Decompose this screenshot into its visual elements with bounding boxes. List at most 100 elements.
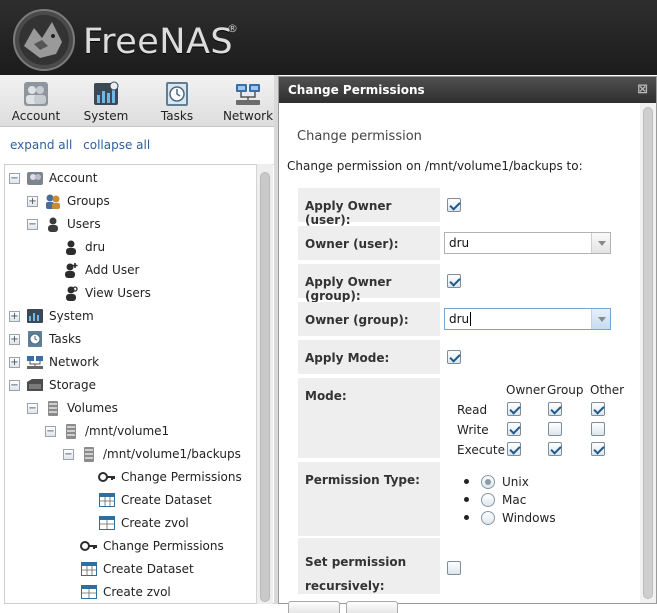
nav-account-button[interactable]: Account [8,75,64,127]
tree-node-create-dataset[interactable]: Create Dataset [5,559,255,579]
mode-read-other-checkbox[interactable] [591,402,605,416]
permission-type-windows-radio[interactable] [481,511,495,525]
nav-account-label: Account [11,109,61,123]
owner-group-combobox[interactable]: dru [444,308,611,330]
close-icon[interactable]: ⊠ [637,82,648,97]
tree-node-account[interactable]: − Account [5,168,255,188]
dialog-path-text: Change permission on /mnt/volume1/backup… [287,159,583,173]
dialog-scrollbar[interactable] [640,103,656,603]
tree-node-storage[interactable]: − Storage [5,375,255,395]
expand-icon[interactable]: + [9,334,20,345]
mode-grid: Owner Group Other Read Write Execute [444,378,640,458]
mode-execute-other-checkbox[interactable] [591,442,605,456]
network-icon [27,356,43,369]
tree-node-tasks[interactable]: + Tasks [5,329,255,349]
tree-node-label: Create zvol [121,516,189,530]
tree-node-label: Volumes [67,401,118,415]
storage-icon [27,379,43,391]
collapse-icon[interactable]: − [27,403,38,414]
tree-node-label: System [49,309,94,323]
permission-type-mac-label: Mac [502,493,527,507]
mode-read-owner-checkbox[interactable] [507,402,521,416]
recursive-label: Set permission recursively: [298,538,440,594]
mode-execute-owner-checkbox[interactable] [507,442,521,456]
recursive-checkbox[interactable] [447,561,461,575]
row-apply-owner-user: Apply Owner (user): [298,188,640,227]
tree-node-dru[interactable]: dru [5,237,255,257]
change-button[interactable] [288,601,340,613]
dataset-icon [99,493,115,507]
nav-system-button[interactable]: System [78,75,134,127]
nav-system-label: System [83,109,129,123]
mode-write-group-checkbox[interactable] [548,422,562,436]
tree-node-change-permissions[interactable]: Change Permissions [5,467,255,487]
tree-node-label: Network [49,355,100,369]
tree-node-create-zvol[interactable]: Create zvol [5,513,255,533]
zvol-icon [81,585,97,599]
groups-icon [46,194,60,209]
row-mode: Mode: Owner Group Other Read Write Execu… [298,378,640,458]
permission-type-mac-radio[interactable] [481,493,495,507]
key-icon [80,541,97,551]
owner-user-combobox[interactable]: dru [444,232,611,254]
collapse-all-link[interactable]: collapse all [83,138,150,152]
tree-node-change-permissions[interactable]: Change Permissions [5,536,255,556]
tree-node-label: Tasks [49,332,82,346]
tree-node-label: Change Permissions [121,470,242,484]
tree-node-label: Groups [67,194,110,208]
tree-scrollbar[interactable] [256,164,273,604]
tree-node-label: /mnt/volume1/backups [103,447,241,461]
tree-node-volumes[interactable]: − Volumes [5,398,255,418]
expand-all-link[interactable]: expand all [10,138,72,152]
tree-node-system[interactable]: + System [5,306,255,326]
tree-node-groups[interactable]: + Groups [5,191,255,211]
collapse-icon[interactable]: − [45,426,56,437]
nav-network-button[interactable]: Network [220,75,276,127]
mode-read-group-checkbox[interactable] [548,402,562,416]
tree-scroll-thumb[interactable] [260,172,270,602]
collapse-icon[interactable]: − [9,380,20,391]
permission-type-mac[interactable]: Mac [464,493,584,511]
tree-node-create-dataset[interactable]: Create Dataset [5,490,255,510]
tree-node-view-users[interactable]: View Users [5,283,255,303]
user-icon [66,240,76,255]
mode-col-group: Group [547,383,584,397]
nav-tasks-button[interactable]: Tasks [150,75,204,127]
top-nav: Account System Tasks Network [0,75,280,127]
permission-type-windows[interactable]: Windows [464,511,584,529]
collapse-icon[interactable]: − [9,173,20,184]
tree-node-users[interactable]: − Users [5,214,255,234]
zvol-icon [99,516,115,530]
recursive-label-line2: recursively: [305,579,385,593]
mode-write-owner-checkbox[interactable] [507,422,521,436]
dialog-scroll-thumb[interactable] [643,107,653,599]
tree-node-add-user[interactable]: Add User [5,260,255,280]
chevron-down-icon[interactable] [591,309,610,329]
tree-node-create-zvol[interactable]: Create zvol [5,582,255,602]
apply-mode-checkbox[interactable] [447,350,461,364]
tree-node-mnt-volume1[interactable]: − /mnt/volume1 [5,421,255,441]
mode-execute-group-checkbox[interactable] [548,442,562,456]
tree-node-network[interactable]: + Network [5,352,255,372]
owner-user-value: dru [449,236,470,250]
apply-owner-group-checkbox[interactable] [447,274,461,288]
permission-type-unix[interactable]: Unix [464,475,584,493]
tree-node-label: Add User [85,263,140,277]
permission-type-unix-radio[interactable] [481,475,495,489]
row-owner-user: Owner (user): dru [298,226,640,260]
nav-network-label: Network [222,109,274,123]
collapse-icon[interactable]: − [27,219,38,230]
volume-icon [84,447,94,462]
mode-write-other-checkbox[interactable] [591,422,605,436]
expand-icon[interactable]: + [9,357,20,368]
expand-icon[interactable]: + [27,196,38,207]
apply-owner-user-checkbox[interactable] [447,198,461,212]
tasks-icon [28,331,42,347]
tree-node-mnt-volume1-backups[interactable]: − /mnt/volume1/backups [5,444,255,464]
network-icon [236,84,260,105]
chevron-down-icon[interactable] [591,233,610,253]
collapse-icon[interactable]: − [63,449,74,460]
permission-type-label: Permission Type: [298,462,440,536]
cancel-button[interactable] [346,601,398,613]
expand-icon[interactable]: + [9,311,20,322]
